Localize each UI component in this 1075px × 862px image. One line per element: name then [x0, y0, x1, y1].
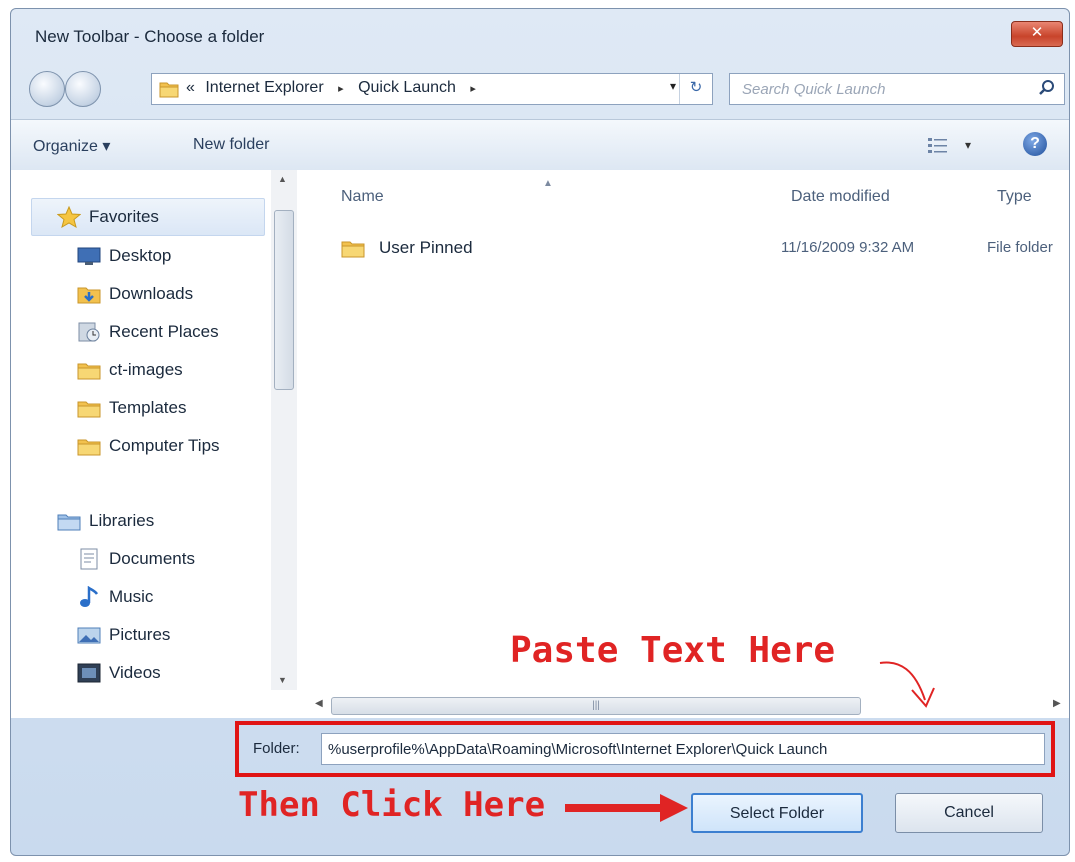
new-folder-button[interactable]: New folder — [193, 136, 269, 154]
address-path: « Internet Explorer ▸ Quick Launch ▸ — [186, 79, 486, 97]
address-dropdown-icon[interactable]: ▾ — [670, 79, 676, 93]
nav-item-label: Videos — [109, 663, 161, 682]
recent-places-icon — [78, 322, 100, 342]
nav-item-label: Pictures — [109, 625, 171, 644]
star-icon — [57, 206, 81, 228]
views-dropdown-icon[interactable]: ▾ — [965, 138, 971, 152]
nav-item-label: Music — [109, 587, 154, 606]
scrollbar-thumb[interactable] — [274, 210, 294, 390]
folder-highlight-frame: Folder: — [235, 721, 1055, 777]
column-header-date[interactable]: Date modified — [791, 188, 890, 206]
search-box[interactable] — [729, 73, 1065, 105]
nav-item-videos[interactable]: Videos — [77, 658, 161, 688]
nav-item-documents[interactable]: Documents — [77, 544, 195, 574]
file-date: 11/16/2009 9:32 AM — [781, 239, 915, 256]
nav-item-label: Documents — [109, 549, 195, 568]
help-icon[interactable]: ? — [1023, 132, 1047, 156]
folder-label: Folder: — [253, 740, 300, 757]
breadcrumb-overflow[interactable]: « — [186, 79, 195, 96]
nav-item-downloads[interactable]: Downloads — [77, 279, 193, 309]
views-icon[interactable] — [927, 136, 949, 154]
nav-item-ct-images[interactable]: ct-images — [77, 355, 183, 385]
scroll-right-icon[interactable]: ▶ — [1053, 698, 1061, 709]
navigation-bar: « Internet Explorer ▸ Quick Launch ▸ ▾ ↻ — [11, 63, 1069, 115]
select-folder-button[interactable]: Select Folder — [691, 793, 863, 833]
search-icon[interactable] — [1038, 79, 1056, 97]
nav-item-recent-places[interactable]: Recent Places — [77, 317, 219, 347]
file-type: File folder — [987, 239, 1053, 256]
horizontal-scrollbar[interactable]: ◀ ||| ▶ — [301, 695, 1069, 719]
nav-item-music[interactable]: Music — [77, 582, 153, 612]
folder-icon — [77, 439, 101, 456]
folder-icon — [159, 82, 179, 98]
file-list: ▲ Name Date modified Type User Pinned 11… — [301, 170, 1069, 690]
scroll-down-icon[interactable]: ▼ — [278, 675, 287, 685]
downloads-icon — [77, 287, 101, 304]
nav-item-label: Downloads — [109, 284, 194, 303]
scrollbar-thumb[interactable]: ||| — [331, 697, 861, 715]
sort-caret-icon: ▲ — [543, 178, 553, 189]
close-button[interactable]: ✕ — [1011, 21, 1063, 47]
folder-icon — [77, 401, 101, 418]
search-input[interactable] — [740, 74, 1034, 104]
nav-item-pictures[interactable]: Pictures — [77, 620, 170, 650]
folder-icon — [77, 363, 101, 380]
file-name: User Pinned — [379, 238, 473, 257]
scroll-left-icon[interactable]: ◀ — [315, 698, 323, 709]
breadcrumb-separator-icon[interactable]: ▸ — [338, 83, 344, 95]
then-click-annotation: Then Click Here — [238, 785, 546, 825]
nav-item-label: ct-images — [109, 360, 183, 379]
address-bar[interactable]: « Internet Explorer ▸ Quick Launch ▸ ▾ ↻ — [151, 73, 713, 105]
pictures-icon — [77, 627, 101, 644]
organize-button[interactable]: Organize ▾ — [33, 136, 110, 156]
libraries-icon — [57, 514, 81, 531]
column-header-name[interactable]: Name — [341, 188, 384, 206]
nav-item-favorites[interactable]: Favorites — [57, 202, 159, 232]
scroll-up-icon[interactable]: ▲ — [278, 174, 287, 184]
dialog-window: New Toolbar - Choose a folder ✕ « Intern… — [10, 8, 1070, 856]
table-row[interactable]: User Pinned 11/16/2009 9:32 AM File fold… — [301, 232, 1069, 266]
nav-item-label: Computer Tips — [109, 436, 220, 455]
navigation-pane: Favorites Desktop Downloads Recent Place… — [11, 170, 269, 718]
breadcrumb-internet-explorer[interactable]: Internet Explorer — [205, 79, 323, 96]
window-title: New Toolbar - Choose a folder — [35, 27, 265, 46]
desktop-icon — [77, 247, 101, 265]
forward-button[interactable] — [65, 71, 101, 107]
nav-item-libraries[interactable]: Libraries — [57, 506, 154, 536]
paste-text-annotation: Paste Text Here — [510, 630, 836, 671]
folder-input[interactable] — [321, 733, 1045, 765]
nav-item-label: Templates — [109, 398, 187, 417]
music-icon — [80, 586, 99, 607]
breadcrumb-quick-launch[interactable]: Quick Launch — [358, 79, 456, 96]
nav-item-label: Desktop — [109, 246, 172, 265]
command-toolbar: Organize ▾ New folder ▾ ? — [11, 119, 1069, 171]
videos-icon — [77, 663, 101, 683]
nav-item-label: Recent Places — [109, 322, 219, 341]
nav-item-computer-tips[interactable]: Computer Tips — [77, 431, 220, 461]
title-bar[interactable]: New Toolbar - Choose a folder ✕ — [11, 9, 1069, 61]
nav-item-desktop[interactable]: Desktop — [77, 241, 171, 271]
refresh-icon[interactable]: ↻ — [679, 74, 712, 104]
breadcrumb-separator-icon[interactable]: ▸ — [470, 83, 476, 95]
back-button[interactable] — [29, 71, 65, 107]
column-header-type[interactable]: Type — [997, 188, 1032, 206]
nav-item-templates[interactable]: Templates — [77, 393, 186, 423]
nav-pane-scrollbar[interactable]: ▲ ▼ — [271, 170, 297, 690]
nav-item-label: Libraries — [89, 511, 155, 530]
folder-icon — [341, 241, 365, 258]
documents-icon — [80, 548, 98, 570]
nav-item-label: Favorites — [89, 207, 159, 226]
cancel-button[interactable]: Cancel — [895, 793, 1043, 833]
